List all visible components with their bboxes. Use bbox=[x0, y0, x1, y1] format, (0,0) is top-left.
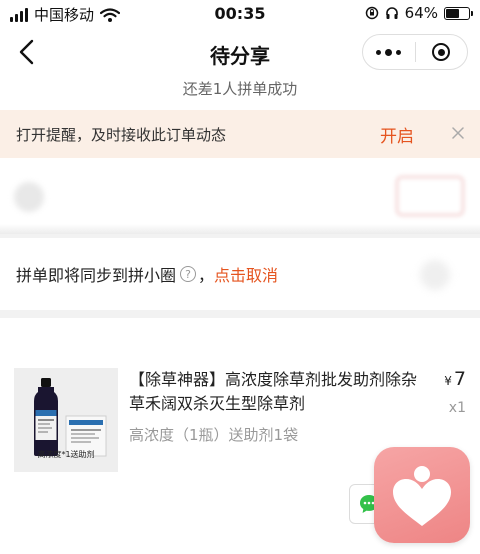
status-right: 64% bbox=[365, 4, 473, 22]
sync-separator: ， bbox=[198, 266, 215, 285]
heart-person-icon bbox=[393, 466, 451, 526]
orientation-lock-icon bbox=[365, 6, 378, 20]
close-icon[interactable] bbox=[450, 125, 466, 141]
blurred-section bbox=[0, 158, 480, 234]
exit-mini-program-button[interactable] bbox=[415, 35, 467, 69]
header: 待分享 还差1人拼单成功 bbox=[0, 28, 480, 110]
cancel-sync-link[interactable]: 点击取消 bbox=[214, 262, 278, 286]
product-spec: 高浓度（1瓶）送助剂1袋 bbox=[129, 426, 299, 444]
product-image[interactable]: 高浓度*1送助剂 bbox=[14, 368, 118, 472]
reminder-banner: 打开提醒，及时接收此订单动态 开启 bbox=[0, 110, 480, 158]
battery-icon bbox=[444, 6, 473, 20]
sync-text: 拼单即将同步到拼小圈 ? ， 点击取消 bbox=[16, 262, 278, 286]
target-ring-icon bbox=[432, 43, 451, 61]
sync-row: 拼单即将同步到拼小圈 ? ， 点击取消 bbox=[0, 238, 480, 310]
product-price: ¥7 bbox=[444, 368, 466, 390]
status-bar: 中国移动 00:35 64% bbox=[0, 0, 480, 28]
more-button[interactable] bbox=[363, 35, 415, 69]
image-caption: 高浓度*1送助剂 bbox=[37, 450, 95, 459]
price-value: 7 bbox=[453, 368, 466, 390]
mini-program-capsule bbox=[362, 34, 468, 70]
headphones-icon bbox=[385, 7, 398, 19]
blurred-icon bbox=[420, 260, 450, 290]
currency-symbol: ¥ bbox=[444, 374, 452, 388]
sync-label: 拼单即将同步到拼小圈 bbox=[16, 266, 177, 285]
product-quantity: x1 bbox=[448, 400, 466, 416]
page: 中国移动 00:35 64% 待分享 还差1人拼单成功 打开提醒，及时接收此订单… bbox=[0, 0, 480, 554]
battery-percent: 64% bbox=[404, 4, 438, 22]
more-dots-icon bbox=[376, 49, 382, 55]
blurred-avatar bbox=[14, 182, 44, 212]
product-title[interactable]: 【除草神器】高浓度除草剂批发助剂除杂草禾阔双杀灭生型除草剂 bbox=[129, 368, 429, 416]
reminder-text: 打开提醒，及时接收此订单动态 bbox=[16, 126, 227, 144]
blurred-button bbox=[396, 176, 464, 216]
enable-reminder-button[interactable]: 开启 bbox=[380, 122, 414, 147]
page-subtitle: 还差1人拼单成功 bbox=[182, 80, 298, 98]
question-circle-icon[interactable]: ? bbox=[180, 266, 197, 282]
floating-app-button[interactable] bbox=[374, 447, 470, 543]
battery-level bbox=[446, 8, 460, 18]
